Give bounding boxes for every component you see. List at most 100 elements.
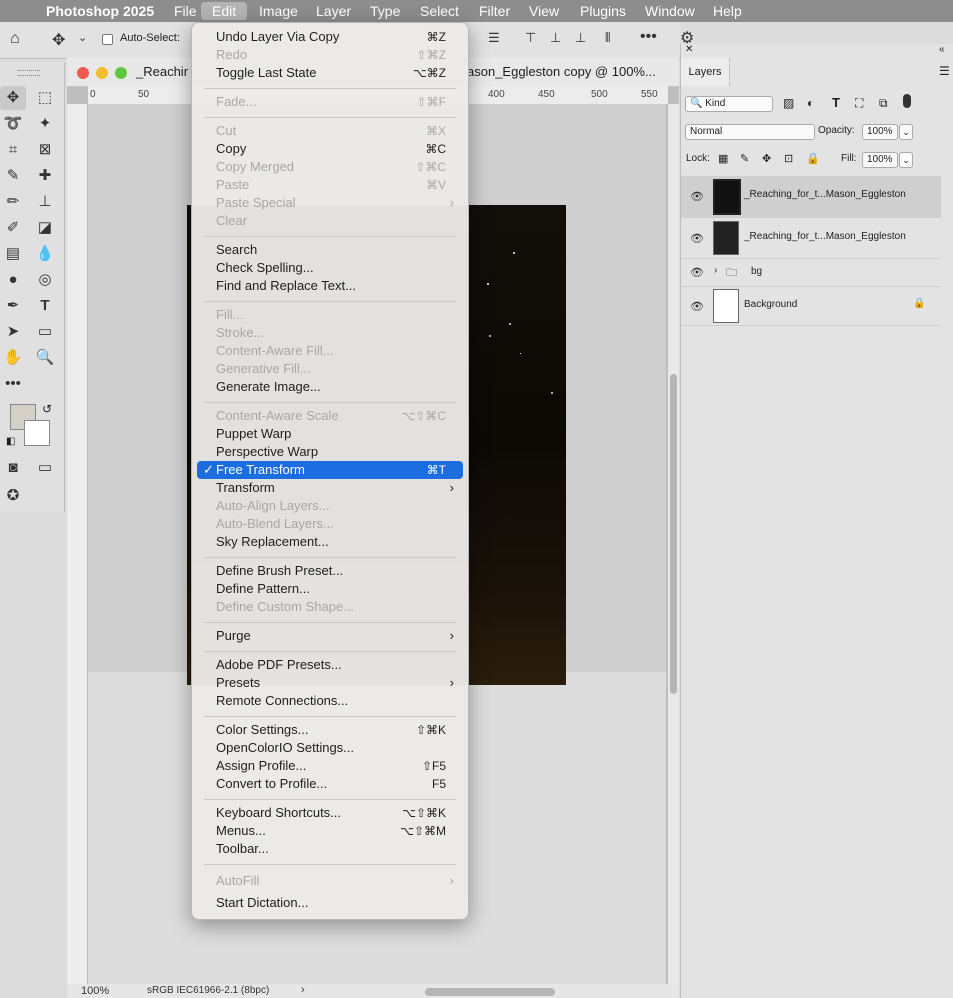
- menu-item-autofill[interactable]: AutoFill ›: [192, 872, 468, 890]
- opacity-field[interactable]: 100%: [862, 124, 898, 140]
- menu-item-paste[interactable]: Paste ⌘V: [192, 176, 468, 194]
- swap-colors-icon[interactable]: ↺: [42, 402, 52, 416]
- visibility-eye-icon[interactable]: 👁: [690, 300, 704, 313]
- fill-field[interactable]: 100%: [862, 152, 898, 168]
- filter-kind-select[interactable]: 🔍 Kind: [685, 96, 773, 112]
- filter-adjustment-icon[interactable]: ◐: [807, 96, 814, 110]
- panel-grip[interactable]: [18, 70, 40, 76]
- home-icon[interactable]: ⌂: [10, 30, 20, 48]
- frame-tool-icon[interactable]: ⊠: [32, 138, 58, 162]
- menu-plugins[interactable]: Plugins: [580, 2, 626, 20]
- screen-mode-icon[interactable]: ▭: [32, 456, 58, 480]
- zoom-tool-icon[interactable]: 🔍: [32, 346, 58, 370]
- menu-item-puppet-warp[interactable]: Puppet Warp: [192, 425, 468, 443]
- filter-shape-icon[interactable]: ⛶: [855, 96, 863, 111]
- menu-item-define-shape[interactable]: Define Custom Shape...: [192, 598, 468, 616]
- menu-item-assign-profile[interactable]: Assign Profile... ⇧F5: [192, 757, 468, 775]
- menu-item-free-transform[interactable]: ✓ Free Transform ⌘T: [197, 461, 463, 479]
- dodge-tool-icon[interactable]: ●: [0, 268, 26, 292]
- vertical-scrollbar[interactable]: [668, 104, 679, 984]
- menu-item-redo[interactable]: Redo ⇧⌘Z: [192, 46, 468, 64]
- menu-item-presets[interactable]: Presets ›: [192, 674, 468, 692]
- menu-item-generate-image[interactable]: Generate Image...: [192, 378, 468, 396]
- lock-transparent-icon[interactable]: ▦: [718, 152, 728, 165]
- magic-wand-icon[interactable]: ✦: [32, 112, 58, 136]
- filter-smart-object-icon[interactable]: ⧉: [879, 96, 888, 111]
- menu-help[interactable]: Help: [713, 2, 742, 20]
- layer-name[interactable]: _Reaching_for_t...Mason_Eggleston: [744, 231, 906, 242]
- gradient-tool-icon[interactable]: ▤: [0, 242, 26, 266]
- menu-item-generative-fill[interactable]: Generative Fill...: [192, 360, 468, 378]
- visibility-eye-icon[interactable]: 👁: [690, 266, 704, 279]
- crop-tool-icon[interactable]: ⌗: [0, 138, 26, 162]
- menu-item-check-spelling[interactable]: Check Spelling...: [192, 259, 468, 277]
- menu-view[interactable]: View: [529, 2, 559, 20]
- menu-item-pdf-presets[interactable]: Adobe PDF Presets...: [192, 656, 468, 674]
- menu-item-menus[interactable]: Menus... ⌥⇧⌘M: [192, 822, 468, 840]
- menu-item-toolbar[interactable]: Toolbar...: [192, 840, 468, 858]
- layer-row[interactable]: 👁 _Reaching_for_t...Mason_Eggleston: [681, 176, 941, 218]
- menu-item-auto-blend[interactable]: Auto-Blend Layers...: [192, 515, 468, 533]
- collapse-panel-icon[interactable]: «: [939, 44, 945, 55]
- menu-item-fade[interactable]: Fade... ⇧⌘F: [192, 93, 468, 111]
- menu-item-auto-align[interactable]: Auto-Align Layers...: [192, 497, 468, 515]
- visibility-eye-icon[interactable]: 👁: [690, 232, 704, 245]
- stamp-tool-icon[interactable]: ⊥: [32, 190, 58, 214]
- align-top-icon[interactable]: ⊤: [525, 30, 536, 46]
- visibility-eye-icon[interactable]: 👁: [690, 190, 704, 203]
- menu-edit[interactable]: Edit: [201, 2, 248, 20]
- menu-item-find-replace[interactable]: Find and Replace Text...: [192, 277, 468, 295]
- chevron-down-icon[interactable]: ⌄: [78, 31, 87, 44]
- filter-toggle-icon[interactable]: [903, 94, 911, 108]
- marquee-tool-icon[interactable]: ⬚: [32, 86, 58, 110]
- menu-app-name[interactable]: Photoshop 2025: [46, 2, 154, 20]
- menu-filter[interactable]: Filter: [479, 2, 510, 20]
- lock-all-icon[interactable]: 🔒: [806, 152, 820, 165]
- more-tools-icon[interactable]: •••: [0, 372, 26, 396]
- layer-name[interactable]: Background: [744, 299, 797, 310]
- menu-image[interactable]: Image: [259, 2, 298, 20]
- default-colors-icon[interactable]: ◧: [6, 436, 15, 447]
- sponge-tool-icon[interactable]: ◎: [32, 268, 58, 292]
- align-icon[interactable]: ☰: [488, 30, 500, 46]
- menu-item-undo[interactable]: Undo Layer Via Copy ⌘Z: [192, 28, 468, 46]
- layer-row[interactable]: 👁 _Reaching_for_t...Mason_Eggleston: [681, 218, 941, 259]
- pen-tool-icon[interactable]: ✒: [0, 294, 26, 318]
- layer-row[interactable]: 👁 Background 🔒: [681, 287, 941, 326]
- quick-mask-icon[interactable]: ◙: [0, 456, 26, 480]
- healing-brush-icon[interactable]: ✚: [32, 164, 58, 188]
- generative-icon[interactable]: ✪: [0, 484, 26, 508]
- layer-group-row[interactable]: 👁 › 🗀 bg: [681, 259, 941, 287]
- background-color-swatch[interactable]: [24, 420, 50, 446]
- expand-chevron-icon[interactable]: ›: [714, 265, 717, 276]
- lock-position-icon[interactable]: ✥: [762, 152, 771, 165]
- more-options-icon[interactable]: •••: [640, 28, 657, 46]
- eraser-icon[interactable]: ◪: [32, 216, 58, 240]
- filter-type-icon[interactable]: T: [832, 95, 840, 110]
- close-window-button[interactable]: [77, 67, 89, 79]
- menu-layer[interactable]: Layer: [316, 2, 351, 20]
- menu-item-paste-special[interactable]: Paste Special ›: [192, 194, 468, 212]
- tab-layers[interactable]: Layers: [681, 58, 730, 86]
- blur-tool-icon[interactable]: 💧: [32, 242, 58, 266]
- history-brush-icon[interactable]: ✐: [0, 216, 26, 240]
- fill-dropdown-icon[interactable]: ⌄: [899, 152, 913, 168]
- filter-pixel-icon[interactable]: ▨: [783, 96, 794, 110]
- auto-select-checkbox[interactable]: [102, 34, 113, 45]
- horizontal-scroll-thumb[interactable]: [425, 988, 555, 996]
- menu-item-start-dictation[interactable]: Start Dictation...: [192, 894, 468, 912]
- menu-item-opencolorio[interactable]: OpenColorIO Settings...: [192, 739, 468, 757]
- status-chevron-icon[interactable]: ›: [301, 984, 305, 996]
- menu-item-define-brush[interactable]: Define Brush Preset...: [192, 562, 468, 580]
- layer-name[interactable]: _Reaching_for_t...Mason_Eggleston: [744, 189, 906, 200]
- menu-item-content-aware-fill[interactable]: Content-Aware Fill...: [192, 342, 468, 360]
- move-tool-icon[interactable]: ✥: [0, 86, 26, 110]
- menu-item-copy-merged[interactable]: Copy Merged ⇧⌘C: [192, 158, 468, 176]
- menu-item-transform[interactable]: Transform ›: [192, 479, 468, 497]
- menu-item-toggle-last-state[interactable]: Toggle Last State ⌥⌘Z: [192, 64, 468, 82]
- rectangle-tool-icon[interactable]: ▭: [32, 320, 58, 344]
- zoom-level[interactable]: 100%: [81, 985, 109, 997]
- type-tool-icon[interactable]: T: [32, 294, 58, 318]
- menu-select[interactable]: Select: [420, 2, 459, 20]
- menu-item-stroke[interactable]: Stroke...: [192, 324, 468, 342]
